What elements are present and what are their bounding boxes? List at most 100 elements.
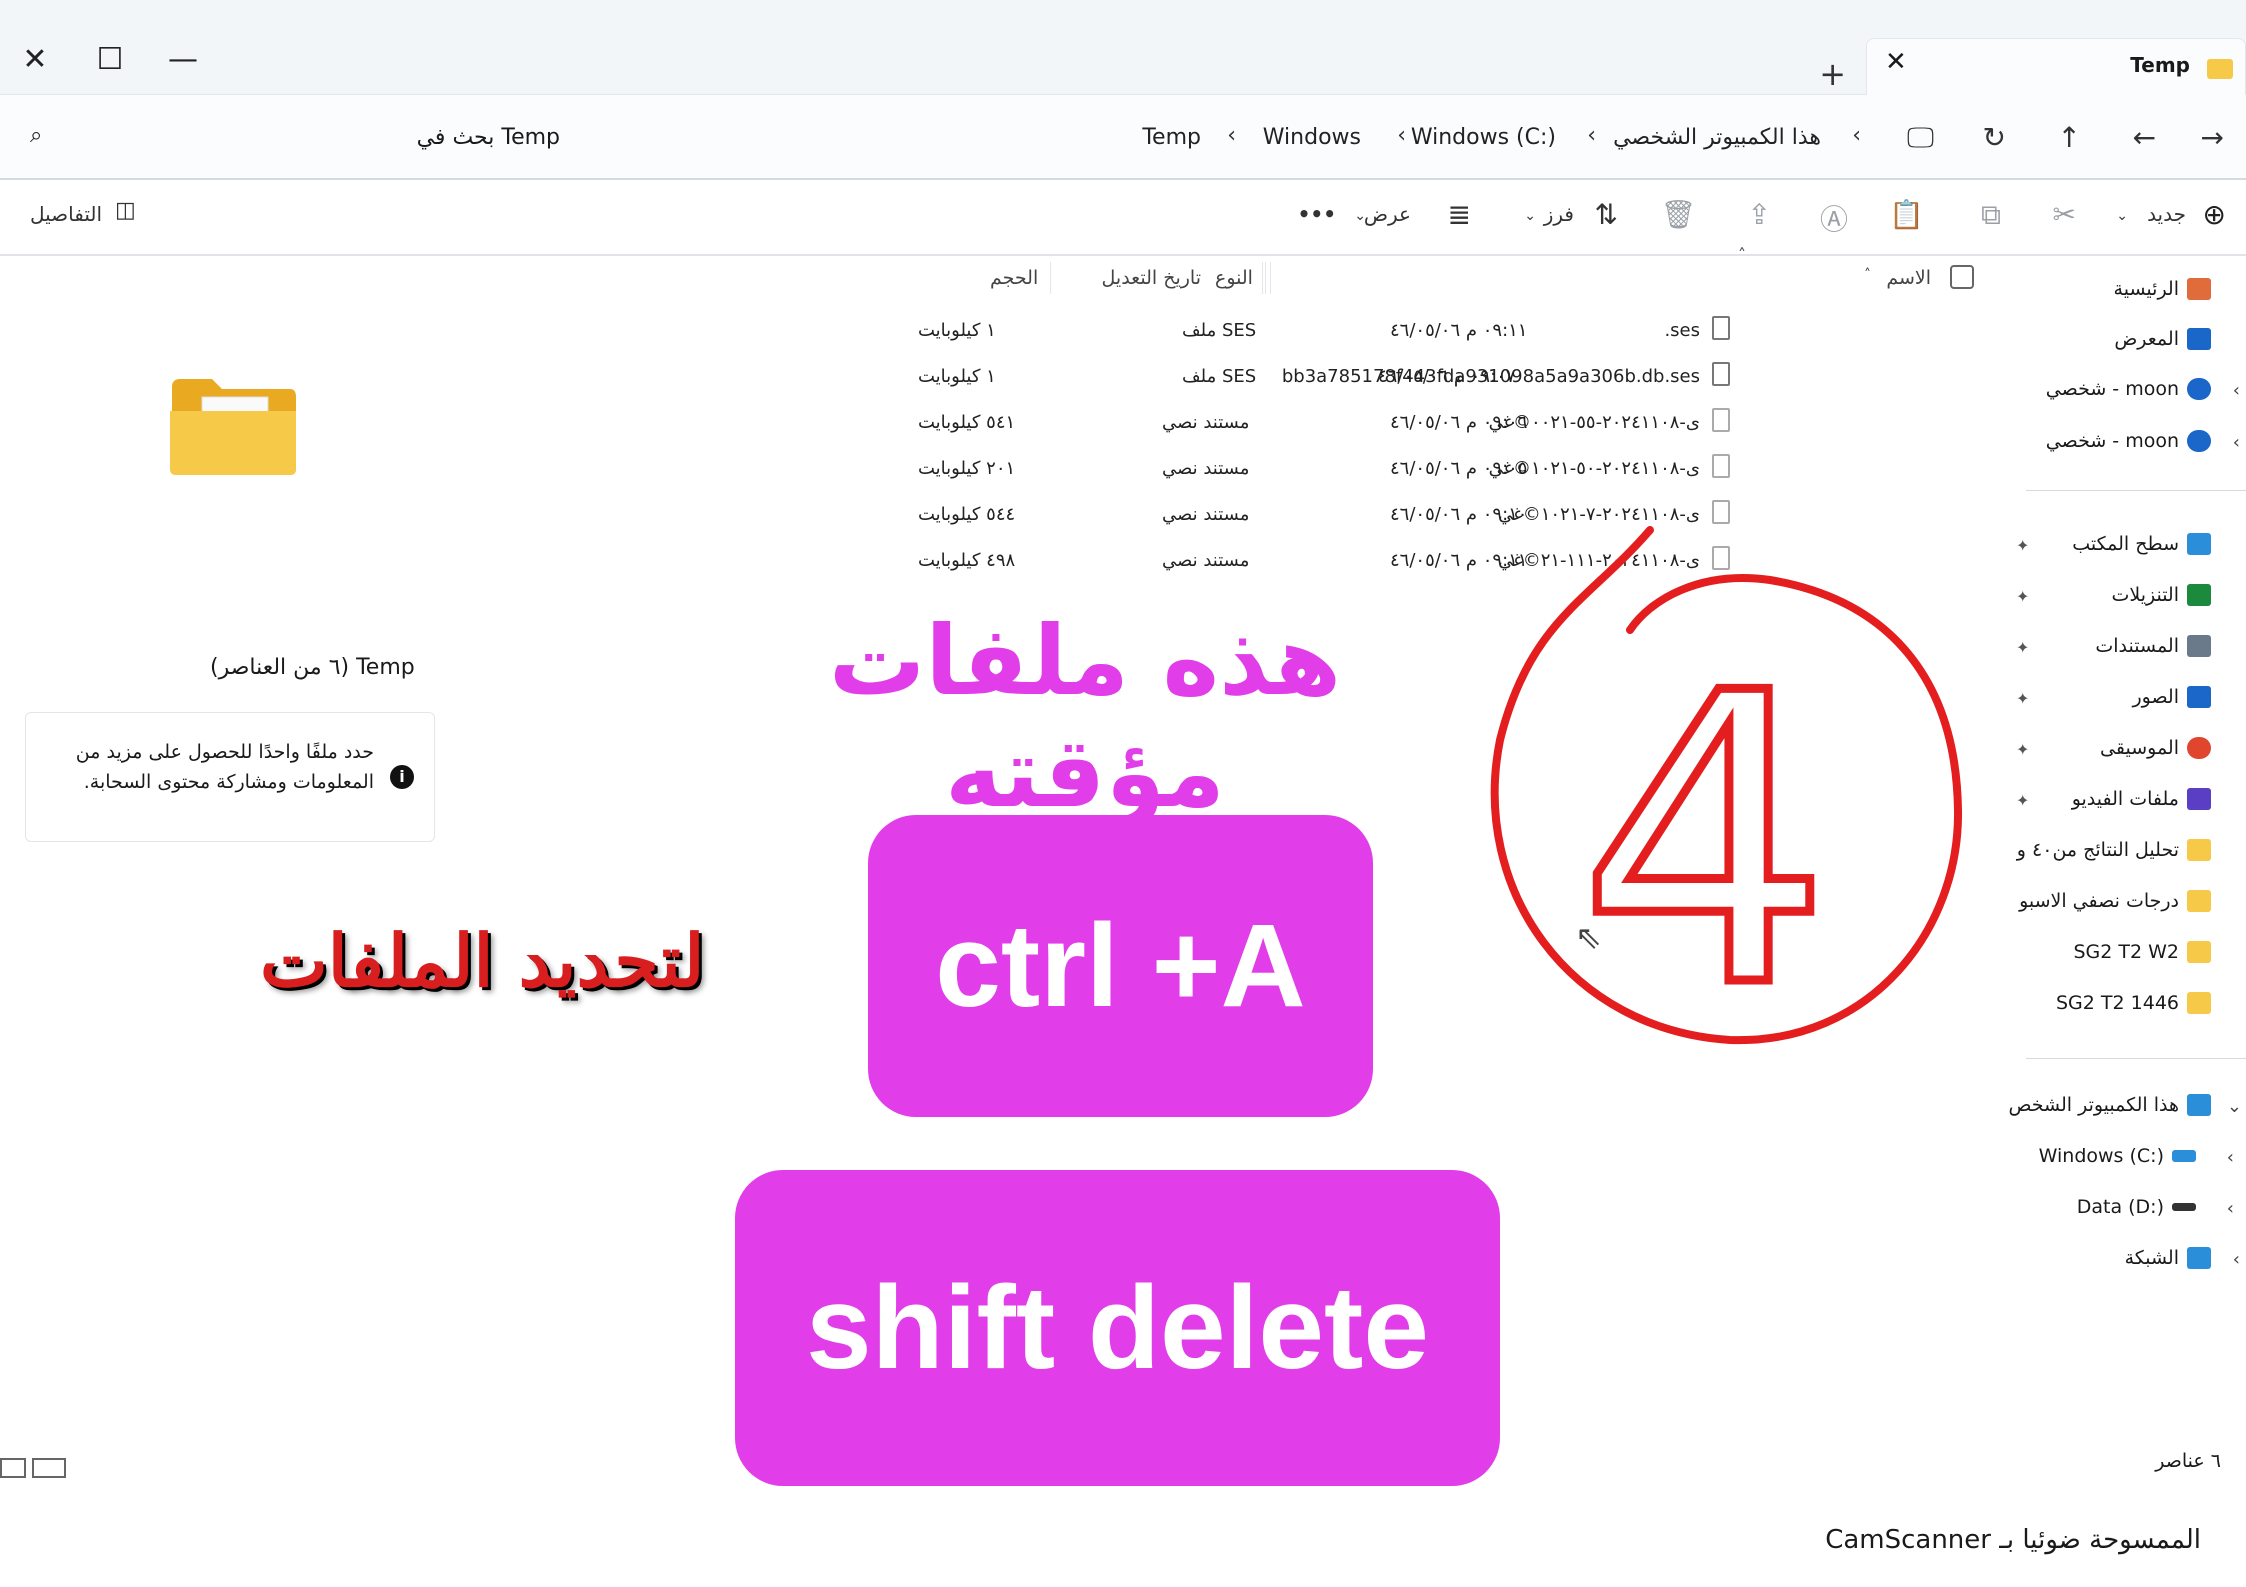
pin-icon[interactable]: ✦	[2016, 587, 2029, 606]
more-options-button[interactable]: •••	[1298, 202, 1336, 226]
breadcrumb-this-pc[interactable]: هذا الكمبيوتر الشخصي	[1613, 125, 1821, 150]
details-button[interactable]: التفاصيل	[30, 202, 102, 226]
address-bar: → ← ↑ ↻ 🖵 ‹ هذا الكمبيوتر الشخصي ‹ Windo…	[0, 95, 2246, 180]
chevron-down-icon[interactable]: ⌄	[2227, 1096, 2242, 1117]
sidebar-item-onedrive[interactable]: moon - شخصي	[2046, 430, 2211, 452]
file-row[interactable]: ى-٢٠٢٤١١٠٨-٥٥-٠٠٢١©غي ٠٩:٠٦ م ٤٦/٠٥/٠٦ م…	[900, 402, 1980, 448]
music-icon	[2187, 737, 2211, 759]
sidebar-item-this-pc[interactable]: هذا الكمبيوتر الشخص	[2008, 1094, 2211, 1116]
chevron-left-icon[interactable]: ‹	[2233, 380, 2240, 401]
desktop-icon	[2187, 533, 2211, 555]
chevron-down-icon[interactable]: ⌄	[1524, 208, 1536, 224]
sidebar-item-drive-c[interactable]: Windows (C:)	[2039, 1145, 2196, 1167]
breadcrumb-windows[interactable]: Windows	[1263, 125, 1361, 150]
annotation-ctrl-a: ctrl +A	[868, 815, 1373, 1117]
up-icon[interactable]: ↑	[2058, 121, 2081, 154]
pin-icon[interactable]: ✦	[2016, 638, 2029, 657]
details-view-icon[interactable]	[0, 1458, 26, 1478]
file-type: مستند نصي	[1162, 504, 1250, 525]
sidebar-item-label: الرئيسية	[2113, 278, 2179, 300]
column-header-name[interactable]: الاسم	[1886, 267, 1931, 289]
chevron-left-icon[interactable]: ‹	[1227, 123, 1236, 148]
view-toggle-group[interactable]	[0, 1458, 70, 1478]
new-plus-icon[interactable]: ⊕	[2203, 198, 2226, 231]
network-icon	[2187, 1247, 2211, 1269]
sidebar-item-videos[interactable]: ملفات الفيديو	[2072, 788, 2211, 810]
column-header-modified[interactable]: تاريخ التعديل	[1102, 267, 1201, 289]
delete-icon[interactable]: 🗑	[1660, 198, 1696, 231]
sidebar-item-gallery[interactable]: المعرض	[2114, 328, 2211, 350]
sidebar-item-desktop[interactable]: سطح المكتب	[2072, 533, 2211, 555]
column-header-type[interactable]: النوع	[1215, 267, 1253, 289]
breadcrumb-temp[interactable]: Temp	[1142, 125, 1201, 150]
divider	[2026, 490, 2246, 491]
copy-icon[interactable]: ⧉	[1981, 198, 2001, 232]
pin-icon[interactable]: ✦	[2016, 791, 2029, 810]
file-row[interactable]: bb3a785178f443fda931098a5a9a306b.db.ses …	[900, 356, 1980, 402]
sidebar-item-label: هذا الكمبيوتر الشخص	[2008, 1094, 2179, 1116]
details-item-count: Temp (٦ من العناصر)	[210, 655, 415, 680]
breadcrumb-windows-c[interactable]: Windows (C:)	[1411, 125, 1556, 150]
cut-icon[interactable]: ✂	[2053, 198, 2076, 231]
navigation-pane: الرئيسية المعرض moon - شخصي ‹ moon - شخص…	[2008, 258, 2246, 1478]
chevron-left-icon[interactable]: ‹	[2227, 1147, 2234, 1168]
chevron-left-icon[interactable]: ‹	[2233, 1249, 2240, 1270]
file-row[interactable]: .ses ٠٩:١١ م ٤٦/٠٥/٠٦ ملف SES ١ كيلوبايت	[900, 310, 1980, 356]
sidebar-item-label: SG2 T2 1446	[2056, 992, 2179, 1014]
sidebar-item-documents[interactable]: المستندات	[2095, 635, 2211, 657]
chevron-down-icon[interactable]: ⌄	[2116, 208, 2128, 224]
info-icon: i	[390, 765, 414, 789]
chevron-left-icon[interactable]: ‹	[2227, 1198, 2234, 1219]
select-all-checkbox[interactable]	[1950, 265, 1974, 289]
sort-button[interactable]: فرز	[1544, 202, 1574, 226]
minimize-button[interactable]: —	[158, 40, 208, 80]
pin-icon[interactable]: ✦	[2016, 689, 2029, 708]
refresh-icon[interactable]: ↻	[1983, 121, 2006, 154]
chevron-left-icon[interactable]: ‹	[1397, 123, 1406, 148]
sidebar-item-home[interactable]: الرئيسية	[2114, 278, 2211, 300]
tiles-view-icon[interactable]	[32, 1458, 66, 1478]
status-item-count: ٦ عناصر	[2155, 1450, 2221, 1472]
pin-icon[interactable]: ✦	[2016, 740, 2029, 759]
chevron-left-icon[interactable]: ‹	[1587, 123, 1596, 148]
details-pane-icon[interactable]: ◫	[115, 198, 136, 223]
computer-icon[interactable]: 🖵	[1907, 121, 1934, 155]
view-icon[interactable]: ≣	[1448, 198, 1471, 231]
rename-icon[interactable]: Ⓐ	[1820, 198, 1848, 238]
sort-icon[interactable]: ⇅	[1595, 198, 1618, 231]
maximize-button[interactable]: ☐	[85, 40, 135, 80]
divider	[2026, 1058, 2246, 1059]
new-button[interactable]: جديد	[2147, 202, 2186, 226]
sidebar-item-pictures[interactable]: الصور	[2132, 686, 2211, 708]
folder-icon	[2187, 941, 2211, 963]
sidebar-item-onedrive[interactable]: moon - شخصي	[2046, 378, 2211, 400]
chevron-left-icon[interactable]: ‹	[2233, 432, 2240, 453]
video-icon	[2187, 788, 2211, 810]
sidebar-item-network[interactable]: الشبكة	[2125, 1247, 2211, 1269]
file-type: ملف SES	[1182, 320, 1257, 341]
sidebar-item-downloads[interactable]: التنزيلات	[2111, 584, 2211, 606]
chevron-left-icon[interactable]: ‹	[1852, 123, 1861, 148]
sidebar-item-music[interactable]: الموسيقى	[2100, 737, 2211, 759]
file-modified: ٠٩:٠٦ م ٤٦/٠٥/٠٦	[1390, 412, 1528, 433]
file-type: مستند نصي	[1162, 550, 1250, 571]
sidebar-item-drive-d[interactable]: Data (D:)	[2077, 1196, 2196, 1218]
share-icon[interactable]: ⇪	[1748, 198, 1771, 231]
tab-temp[interactable]: ✕ Temp	[1866, 38, 2246, 95]
back-icon[interactable]: ←	[2133, 121, 2156, 154]
search-input[interactable]: بحث في Temp ⌕	[20, 117, 560, 161]
file-row[interactable]: ى-٢٠٢٤١١٠٨-٥٠-١٠٢١©غي ٠٩:٠٥ م ٤٦/٠٥/٠٦ م…	[900, 448, 1980, 494]
sidebar-item-folder[interactable]: SG2 T2 1446	[2056, 992, 2211, 1014]
view-button[interactable]: عرض	[1364, 202, 1411, 226]
forward-icon[interactable]: →	[2201, 121, 2224, 154]
close-tab-button[interactable]: ✕	[1885, 47, 1907, 77]
sidebar-item-folder[interactable]: تحليل النتائج من٤٠ و	[2017, 839, 2211, 861]
paste-icon[interactable]: 📋	[1889, 198, 1924, 231]
sidebar-item-folder[interactable]: SG2 T2 W2	[2073, 941, 2211, 963]
chevron-down-icon[interactable]: ⌄	[1354, 208, 1366, 224]
new-tab-button[interactable]: +	[1819, 55, 1846, 93]
sidebar-item-folder[interactable]: درجات نصفي الاسبو	[2019, 890, 2211, 912]
column-header-size[interactable]: الحجم	[990, 267, 1038, 289]
close-window-button[interactable]: ✕	[10, 40, 60, 80]
pin-icon[interactable]: ✦	[2016, 536, 2029, 555]
